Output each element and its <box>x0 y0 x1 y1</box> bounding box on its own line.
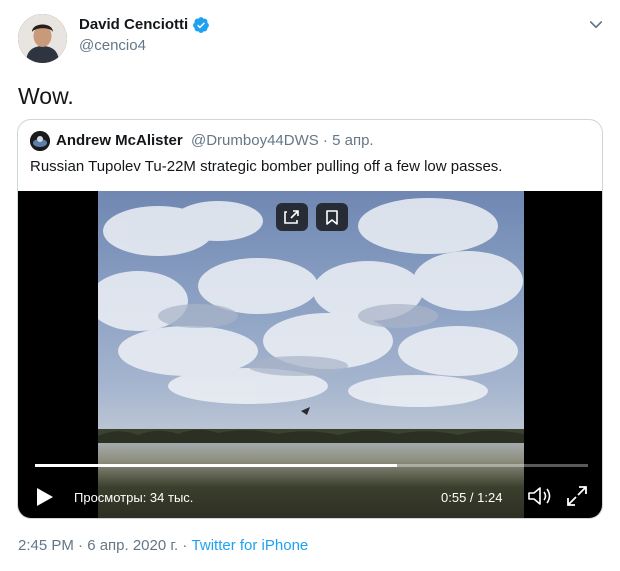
video-frame <box>98 191 524 518</box>
quoted-tweet[interactable]: Andrew McAlister @Drumboy44DWS · 5 апр. … <box>17 119 603 519</box>
tweet: David Cenciotti @cencio4 Wow. Andrew McA… <box>0 0 620 571</box>
quoted-author-name: Andrew McAlister <box>56 132 183 149</box>
share-button[interactable] <box>276 203 308 231</box>
verified-badge-icon <box>193 17 209 33</box>
quoted-tweet-text: Russian Tupolev Tu-22M strategic bomber … <box>30 158 503 175</box>
meta-separator: · <box>318 132 333 149</box>
quoted-author-avatar <box>30 131 50 151</box>
fullscreen-icon[interactable] <box>566 485 588 507</box>
tweet-footer: 2:45 PM · 6 апр. 2020 г. · Twitter for i… <box>18 537 308 554</box>
bookmark-icon <box>326 210 338 225</box>
video-player[interactable]: Просмотры: 34 тыс. 0:55 / 1:24 <box>18 191 602 518</box>
video-progress-fill <box>35 464 398 467</box>
video-progress-bar[interactable] <box>35 464 588 467</box>
quoted-author-meta: @Drumboy44DWS · 5 апр. <box>191 132 374 149</box>
quoted-author-handle: @Drumboy44DWS <box>191 132 319 149</box>
author-avatar[interactable] <box>18 14 67 63</box>
share-icon <box>284 210 299 224</box>
video-view-count: Просмотры: 34 тыс. <box>74 490 194 505</box>
video-time: 0:55 / 1:24 <box>441 490 503 505</box>
quoted-tweet-date: 5 апр. <box>332 132 374 149</box>
play-icon[interactable] <box>36 487 54 507</box>
tweet-timestamp[interactable]: 2:45 PM · 6 апр. 2020 г. <box>18 537 178 554</box>
tweet-text: Wow. <box>18 83 74 109</box>
bookmark-button[interactable] <box>316 203 348 231</box>
author-name[interactable]: David Cenciotti <box>79 16 188 33</box>
footer-separator: · <box>178 537 192 554</box>
chevron-down-icon[interactable] <box>587 16 605 34</box>
volume-icon[interactable] <box>526 484 552 508</box>
tweet-source-link[interactable]: Twitter for iPhone <box>192 537 309 554</box>
author-handle[interactable]: @cencio4 <box>79 37 146 54</box>
